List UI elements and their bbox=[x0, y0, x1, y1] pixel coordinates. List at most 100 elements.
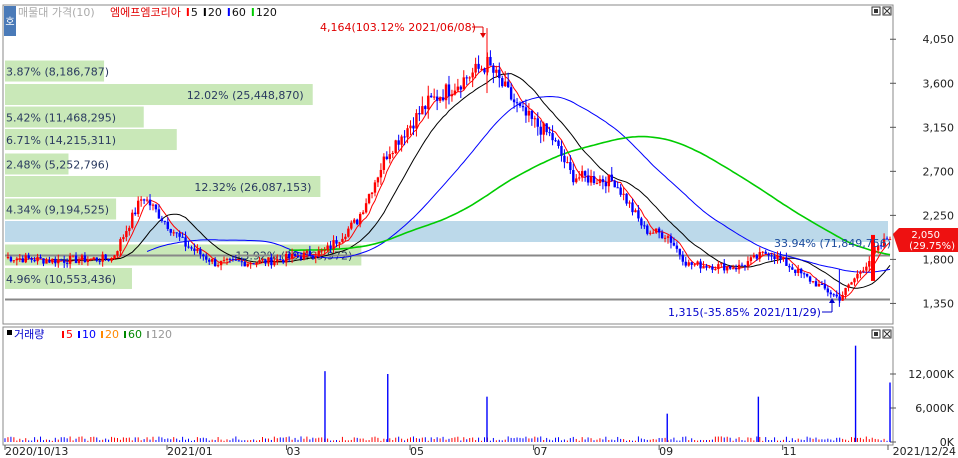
candle-body bbox=[743, 265, 747, 267]
last-change: (29.75%) bbox=[909, 241, 955, 252]
candle-body bbox=[797, 268, 800, 273]
candle-body bbox=[287, 253, 291, 259]
candle-body bbox=[586, 175, 590, 183]
candle-body bbox=[773, 256, 776, 260]
candle-body bbox=[808, 276, 812, 282]
candle-body bbox=[400, 136, 403, 145]
candle-body bbox=[228, 258, 232, 260]
volume-title: 거래량 bbox=[14, 328, 44, 341]
candle-body bbox=[509, 87, 513, 100]
maximize-icon-inner bbox=[874, 332, 878, 336]
volume-ma-legend-label: 120 bbox=[151, 328, 172, 341]
candle-body bbox=[826, 288, 830, 293]
profile-label: 4.34% (9,194,525) bbox=[6, 203, 109, 216]
candle-body bbox=[758, 252, 761, 259]
candle-body bbox=[468, 77, 471, 79]
candle-body bbox=[646, 225, 649, 234]
candle-body bbox=[749, 257, 753, 262]
last-price: 2,050 bbox=[911, 230, 940, 241]
candle-body bbox=[202, 254, 205, 257]
candle-body bbox=[264, 259, 267, 264]
candle-body bbox=[249, 263, 252, 265]
candle-body bbox=[116, 251, 119, 256]
candle-body bbox=[12, 260, 16, 262]
ma-legend-swatch bbox=[251, 8, 254, 16]
candle-body bbox=[720, 263, 723, 265]
candle-body bbox=[421, 106, 424, 115]
candle-body bbox=[379, 169, 383, 178]
candle-body bbox=[148, 199, 152, 206]
candle-body bbox=[800, 268, 803, 274]
candle-body bbox=[329, 245, 332, 249]
candle-body bbox=[412, 125, 415, 129]
price-tick-label: 4,050 bbox=[923, 33, 955, 46]
candle-body bbox=[225, 258, 229, 260]
candle-body bbox=[613, 180, 616, 188]
candle-body bbox=[681, 254, 685, 262]
candle-body bbox=[672, 242, 676, 246]
candle-body bbox=[172, 232, 175, 234]
volume-ma-legend-swatch bbox=[78, 331, 80, 338]
candle-body bbox=[279, 259, 282, 261]
candle-body bbox=[814, 281, 818, 287]
candle-body bbox=[216, 265, 220, 267]
candle-body bbox=[145, 199, 149, 201]
candle-body bbox=[791, 267, 794, 270]
date-tick-label: 2020/10/13 bbox=[5, 445, 68, 458]
candle-body bbox=[21, 258, 24, 263]
candle-body bbox=[850, 282, 853, 285]
candle-body bbox=[604, 182, 608, 187]
volume-ma-legend-label: 20 bbox=[105, 328, 119, 341]
price-tick-label: 3,600 bbox=[923, 77, 955, 90]
candle-body bbox=[77, 259, 81, 263]
last-price-tag: 2,050 (29.75%) bbox=[893, 228, 958, 252]
candle-body bbox=[80, 255, 84, 260]
candle-body bbox=[370, 192, 374, 195]
candle-body bbox=[356, 219, 359, 225]
candle-body bbox=[178, 233, 181, 237]
stock-name: 엠에프엠코리아 bbox=[110, 6, 181, 19]
candle-body bbox=[394, 140, 397, 153]
candle-body bbox=[213, 259, 217, 267]
volume-ma-legend-swatch bbox=[124, 331, 126, 338]
candle-body bbox=[344, 236, 347, 239]
candle-body bbox=[267, 257, 270, 264]
candle-body bbox=[776, 255, 779, 260]
candle-body bbox=[711, 266, 714, 270]
candle-body bbox=[669, 236, 673, 243]
price-tick-label: 2,250 bbox=[923, 209, 955, 222]
profile-label: 12.32% (26,087,153) bbox=[194, 181, 311, 194]
candle-body bbox=[388, 154, 391, 159]
candle-body bbox=[548, 132, 551, 134]
candle-body bbox=[57, 259, 60, 264]
candle-body bbox=[578, 177, 581, 179]
candle-body bbox=[616, 187, 619, 189]
menu-button-label[interactable]: 호 bbox=[5, 16, 14, 28]
profile-label: 2.48% (5,252,796) bbox=[6, 158, 109, 171]
candle-body bbox=[246, 263, 249, 267]
candle-body bbox=[696, 261, 699, 265]
candle-body bbox=[518, 103, 522, 106]
candle-body bbox=[335, 240, 338, 244]
candle-body bbox=[432, 96, 436, 98]
candle-body bbox=[104, 254, 107, 260]
candle-body bbox=[832, 294, 835, 296]
candle-body bbox=[119, 239, 122, 252]
candle-body bbox=[210, 259, 214, 262]
candle-body bbox=[92, 257, 95, 259]
candle-body bbox=[563, 155, 566, 163]
candle-body bbox=[785, 257, 788, 266]
candle-body bbox=[308, 251, 312, 257]
candle-body bbox=[536, 118, 539, 127]
profile-label: 3.87% (8,186,787) bbox=[6, 66, 109, 79]
candle-body bbox=[317, 250, 320, 257]
high-label: 4,164(103.12% 2021/06/08) bbox=[320, 21, 476, 34]
candle-body bbox=[456, 86, 460, 91]
candle-body bbox=[261, 259, 264, 261]
candle-body bbox=[453, 90, 457, 95]
candle-body bbox=[107, 259, 110, 261]
candle-body bbox=[835, 294, 838, 297]
volume-marker bbox=[7, 330, 12, 335]
candle-body bbox=[566, 162, 569, 164]
volume-ma-legend-swatch bbox=[147, 331, 149, 338]
